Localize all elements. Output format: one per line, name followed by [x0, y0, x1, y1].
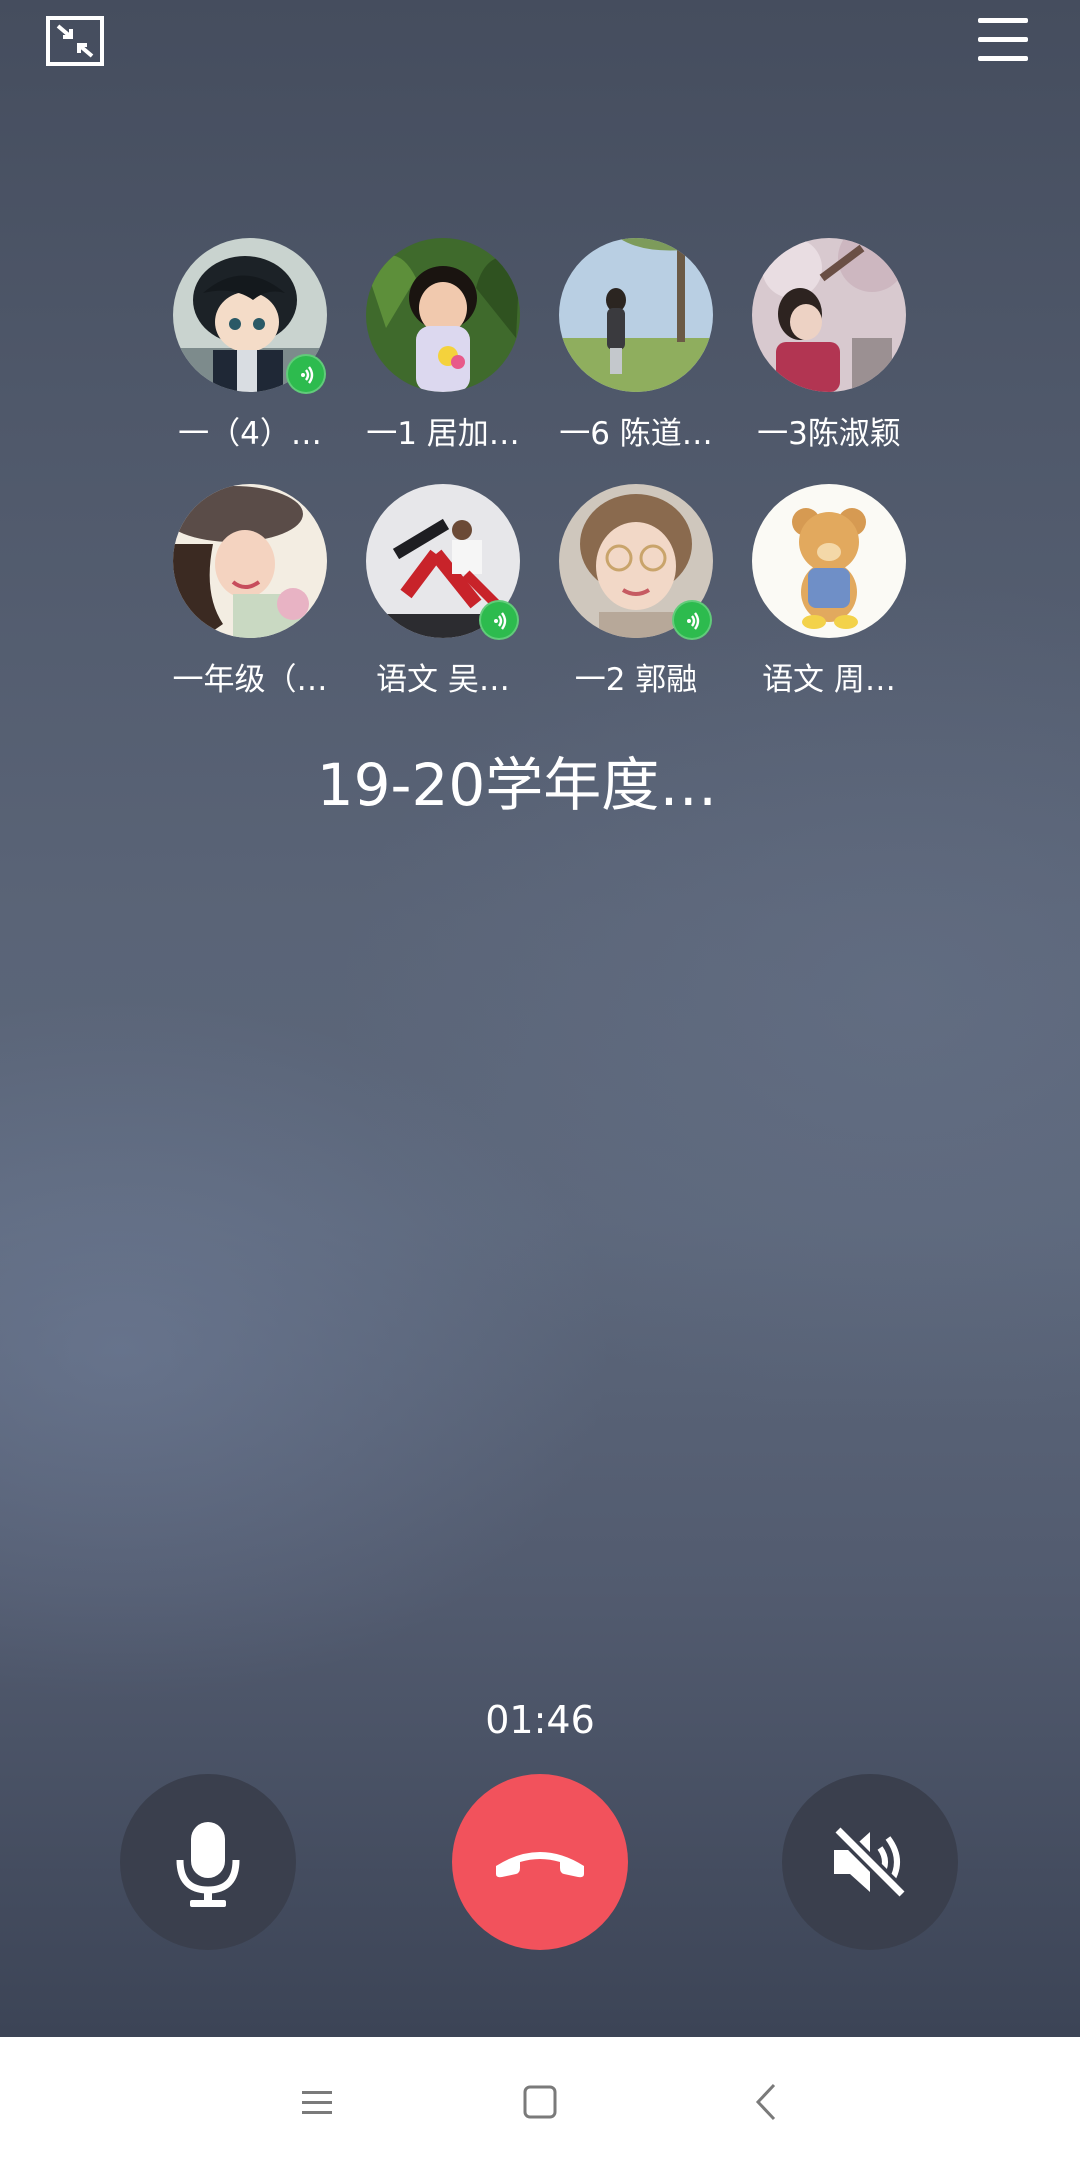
- more-menu-button[interactable]: [978, 18, 1028, 62]
- menu-line: [978, 18, 1028, 23]
- hang-up-phone-icon: [496, 1852, 584, 1878]
- voice-call-screen: 一（4）… 一1 居加… 一6 陈道… 一3陈淑颖 一年级（… 语文 吴… 一2…: [0, 0, 1080, 2167]
- participant[interactable]: 一3陈淑颖: [732, 238, 922, 468]
- participant[interactable]: 一2 郭融: [539, 484, 729, 714]
- participant[interactable]: 一1 居加…: [346, 238, 536, 468]
- participant-name: 一（4）…: [178, 416, 322, 452]
- participant[interactable]: 一6 陈道…: [539, 238, 729, 468]
- participant-name: 一3陈淑颖: [757, 416, 901, 452]
- group-title: 19-20学年度…: [316, 751, 718, 819]
- recent-apps-button[interactable]: [292, 2077, 342, 2127]
- avatar-woman-with-hat: [173, 484, 327, 638]
- participant[interactable]: 一（4）…: [153, 238, 343, 468]
- call-timer: 01:46: [485, 1698, 595, 1742]
- participant[interactable]: 语文 周…: [732, 484, 922, 714]
- microphone-icon: [176, 1822, 240, 1907]
- avatar-teddy-bear: [752, 484, 906, 638]
- back-chevron-icon: [755, 2083, 776, 2121]
- home-square-icon: [523, 2085, 557, 2119]
- participant-name: 语文 吴…: [376, 662, 510, 698]
- participant[interactable]: 一年级（…: [153, 484, 343, 714]
- menu-line: [978, 37, 1028, 42]
- home-button[interactable]: [515, 2077, 565, 2127]
- recent-apps-icon: [302, 2091, 332, 2114]
- speaker-muted-icon: [831, 1823, 909, 1901]
- speaker-toggle-button[interactable]: [782, 1774, 958, 1950]
- participant-name: 一年级（…: [172, 662, 328, 698]
- back-button[interactable]: [742, 2077, 792, 2127]
- minimize-arrows-icon: [56, 24, 94, 58]
- avatar-person-under-tree: [559, 238, 713, 392]
- participant[interactable]: 语文 吴…: [346, 484, 536, 714]
- speaking-indicator-icon: [479, 600, 519, 640]
- hang-up-button[interactable]: [452, 1774, 628, 1950]
- menu-line: [978, 56, 1028, 61]
- system-navigation-bar: [0, 2037, 1080, 2167]
- participant-name: 一1 居加…: [366, 416, 520, 452]
- call-background: 一（4）… 一1 居加… 一6 陈道… 一3陈淑颖 一年级（… 语文 吴… 一2…: [0, 0, 1080, 2037]
- speaking-indicator-icon: [672, 600, 712, 640]
- mute-mic-button[interactable]: [120, 1774, 296, 1950]
- participant-name: 语文 周…: [762, 662, 896, 698]
- avatar-girl-with-flowers: [366, 238, 520, 392]
- minimize-call-button[interactable]: [46, 16, 104, 66]
- participant-name: 一2 郭融: [574, 662, 698, 698]
- speaking-indicator-icon: [286, 354, 326, 394]
- avatar-woman-with-blossoms: [752, 238, 906, 392]
- participant-name: 一6 陈道…: [559, 416, 713, 452]
